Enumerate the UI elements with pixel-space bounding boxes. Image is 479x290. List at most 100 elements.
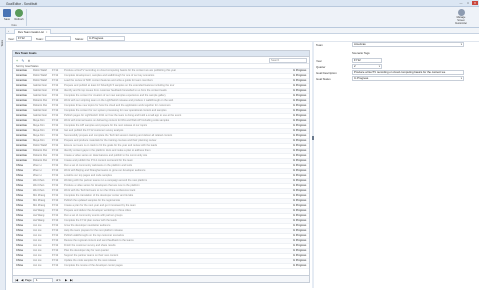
save-button[interactable]: Save — [1, 9, 13, 25]
status-filter-label: Status: — [75, 36, 84, 41]
year-cell: FY12 — [52, 159, 59, 162]
year-cell: FY12 — [52, 154, 59, 157]
status-cell: In Progress — [293, 79, 307, 82]
owner-cell: Wei Chen — [33, 179, 45, 182]
delete-icon[interactable]: ✕ — [27, 59, 31, 63]
team-cell: China — [16, 219, 23, 222]
description-cell: Create a video series on data features a… — [64, 154, 148, 157]
team-cell: China — [16, 189, 23, 192]
window-title: GoalEditor - Scrollbutt — [6, 1, 38, 6]
year-filter-input[interactable]: FY12 — [16, 35, 32, 41]
team-cell: China — [16, 234, 23, 237]
description-cell: Produce a video series for developers th… — [64, 184, 140, 187]
search-input[interactable]: Search — [269, 58, 307, 63]
year-input[interactable]: FY12 — [352, 58, 382, 63]
year-cell: FY12 — [52, 249, 59, 252]
status-cell: In Progress — [293, 99, 307, 102]
team-cell: China — [16, 174, 23, 177]
team-cell: Americas — [16, 99, 27, 102]
splitter-grip[interactable] — [312, 136, 314, 140]
team-cell: China — [16, 254, 23, 257]
chevron-left-icon[interactable]: ‹ — [8, 29, 9, 33]
next-page-button[interactable]: ▶ — [65, 278, 67, 282]
refresh-button[interactable]: Refresh — [13, 9, 25, 25]
status-cell: In Progress — [293, 109, 307, 112]
first-page-button[interactable]: |◀ — [15, 278, 18, 282]
description-cell: Produce a DevTV recording on cloud compu… — [64, 69, 177, 72]
team-cell: China — [16, 229, 23, 232]
year-cell: FY12 — [52, 244, 59, 247]
team-cell: China — [16, 194, 23, 197]
team-select[interactable]: Americas ▾ — [352, 42, 464, 47]
page-input[interactable]: 1 — [33, 278, 53, 283]
owner-cell: Gabriel Gordon — [33, 94, 47, 97]
description-cell: Lead the review of SDK content features … — [64, 79, 153, 82]
description-cell: Finish the customer survey and share res… — [64, 244, 116, 247]
team-cell: Americas — [16, 94, 27, 97]
quarter-select[interactable]: 2 ▾ — [352, 64, 382, 69]
team-cell: Americas — [16, 134, 27, 137]
description-cell: Help the team prepare for the next platf… — [64, 229, 123, 232]
year-cell: FY12 — [52, 89, 59, 92]
goal-description-input[interactable]: Produce a DevTV recording on cloud compu… — [352, 70, 464, 75]
description-cell: Get and publish the FY12 customer survey… — [64, 129, 124, 132]
status-filter-input[interactable]: In Progress — [87, 35, 125, 41]
description-cell: Prepare and deliver the developer worksh… — [64, 209, 131, 212]
status-cell: In Progress — [293, 174, 307, 177]
status-cell: In Progress — [293, 154, 307, 157]
manage-screen-button[interactable]: Manage Screen Customizer — [451, 9, 471, 26]
year-cell: FY12 — [52, 94, 59, 97]
description-cell: Complete three new topics for how the cl… — [64, 104, 171, 107]
description-cell: Localize our top pages and code samples — [64, 174, 112, 177]
description-cell: Complete the review of the developer cen… — [64, 264, 123, 267]
owner-cell: Gabriel Gordon — [33, 84, 47, 87]
team-cell: Americas — [16, 79, 27, 82]
owner-cell: Hui Wang — [33, 219, 45, 222]
status-cell: In Progress — [293, 129, 307, 132]
owner-cell: Wei Chen — [33, 184, 45, 187]
edit-icon[interactable]: ✎ — [21, 59, 25, 63]
team-cell: Americas — [16, 69, 27, 72]
status-cell: In Progress — [293, 209, 307, 212]
quarter-label: Quarter — [316, 65, 326, 69]
owner-cell: Min Zhang — [33, 204, 46, 207]
tasks-sidebar[interactable]: Tasks — [0, 28, 6, 290]
year-cell: FY12 — [52, 104, 59, 107]
pager: |◀ ◀ Page 1 of 1 ▶ ▶| — [13, 275, 309, 283]
list-item[interactable]: China Jun Liu FY12 Complete the review of t… — [13, 264, 309, 269]
description-cell: Complete development, samples and walkth… — [64, 74, 155, 77]
team-label: Team — [316, 43, 323, 47]
year-cell: FY12 — [52, 144, 59, 147]
owner-cell: Jun Liu — [33, 249, 42, 252]
splitter[interactable] — [312, 42, 314, 288]
year-cell: FY12 — [52, 124, 59, 127]
year-cell: FY12 — [52, 194, 59, 197]
last-page-button[interactable]: ▶| — [70, 278, 73, 282]
add-icon[interactable]: + — [15, 59, 19, 63]
save-label: Save — [4, 18, 10, 21]
maximize-button[interactable]: □ — [465, 1, 471, 5]
team-cell: China — [16, 179, 23, 182]
description-cell: Complete the content for our system proc… — [64, 109, 167, 112]
year-cell: FY12 — [52, 69, 59, 72]
status-cell: In Progress — [293, 149, 307, 152]
team-filter-input[interactable] — [45, 35, 71, 41]
goal-description-value: Produce a DevTV recording on cloud compu… — [354, 70, 446, 74]
goal-status-select[interactable]: In Progress ▾ — [352, 76, 464, 81]
description-cell: Complete the API samples and prepare for… — [64, 124, 148, 127]
status-cell: In Progress — [293, 204, 307, 207]
owner-cell: Hui Wang — [33, 214, 45, 217]
description-cell: Work with internal teams on delivering c… — [64, 119, 170, 122]
year-cell: FY12 — [52, 259, 59, 262]
prev-page-button[interactable]: ◀ — [21, 278, 23, 282]
description-cell: Run a set of community webcasts on the p… — [64, 164, 133, 167]
description-cell: Publish the updated samples for the regi… — [64, 199, 121, 202]
owner-cell: Maya Kim — [33, 129, 45, 132]
description-cell: Create a plan for the next year and get … — [64, 204, 136, 207]
goal-status-value: In Progress — [354, 76, 369, 80]
minimize-button[interactable]: — — [458, 1, 464, 5]
status-cell: In Progress — [293, 229, 307, 232]
year-filter-label: Year: — [8, 36, 15, 41]
year-cell: FY12 — [52, 199, 59, 202]
close-button[interactable]: ✕ — [472, 1, 478, 5]
